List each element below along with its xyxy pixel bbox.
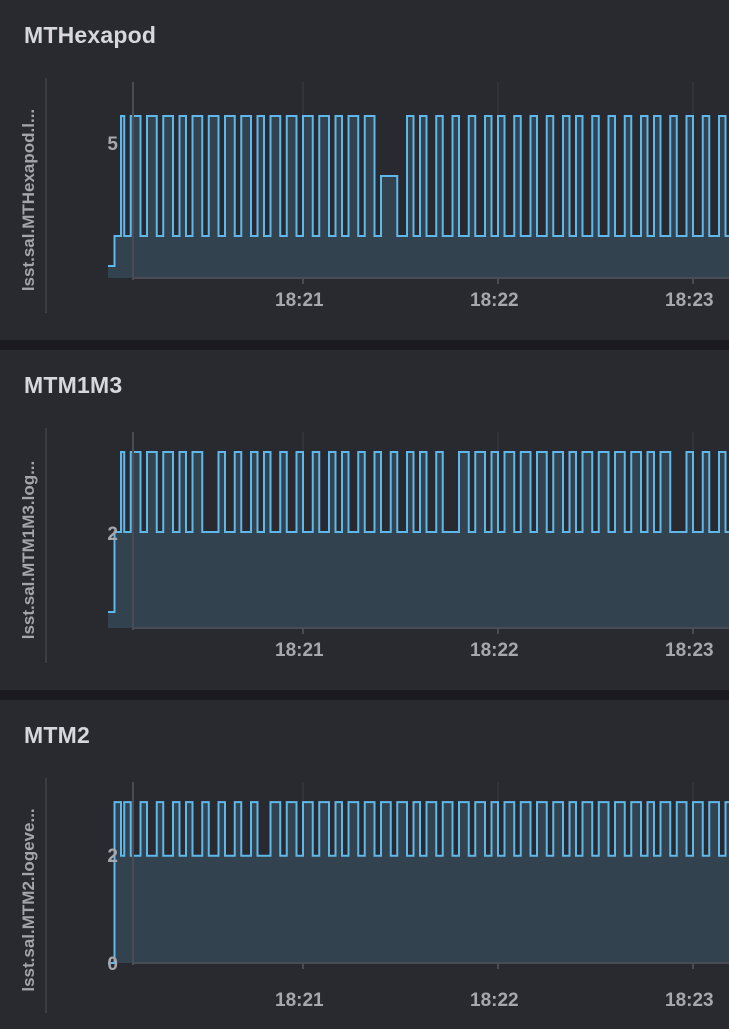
- x-tick-label: 18:21: [275, 290, 324, 311]
- x-tick-label: 18:23: [665, 640, 714, 661]
- panel-mthexapod: MTHexapod lsst.sal.MTHexapod.l... 18:21 1…: [0, 0, 729, 340]
- chart-mtm2: 18:21 18:22 18:23 2 0: [107, 782, 729, 1011]
- series-area: [108, 452, 729, 628]
- x-tick-label: 18:23: [665, 290, 714, 311]
- panel-mtm1m3: MTM1M3 lsst.sal.MTM1M3.log... 18:21 18:22…: [0, 350, 729, 690]
- y-tick-label: 5: [107, 134, 118, 155]
- series-area: [108, 802, 729, 963]
- x-tick-label: 18:23: [665, 990, 714, 1011]
- panel-mtm2: MTM2 lsst.sal.MTM2.logeve... 18:21 18:22 1…: [0, 700, 729, 1029]
- x-tick-label: 18:21: [275, 640, 324, 661]
- chart-mthexapod: 18:21 18:22 18:23 5: [107, 82, 729, 311]
- x-tick-label: 18:22: [470, 290, 519, 311]
- y-tick-label: 2: [107, 846, 118, 867]
- x-tick-label: 18:21: [275, 990, 324, 1011]
- series-area: [108, 116, 729, 278]
- y-tick-label: 0: [107, 954, 118, 975]
- x-tick-label: 18:22: [470, 640, 519, 661]
- x-tick-label: 18:22: [470, 990, 519, 1011]
- y-tick-label: 2: [107, 524, 118, 545]
- chart-mtm1m3: 18:21 18:22 18:23 2: [107, 432, 729, 661]
